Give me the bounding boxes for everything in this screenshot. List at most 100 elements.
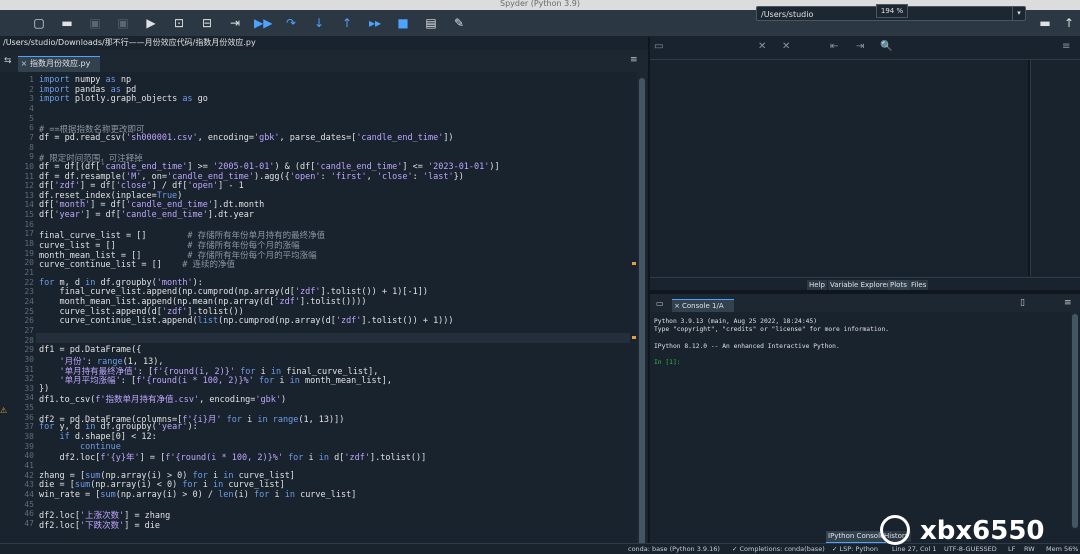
- line-number: 45: [24, 499, 34, 509]
- tab-ipython-console[interactable]: IPython Console: [826, 531, 887, 543]
- plot-splitter[interactable]: [1028, 60, 1030, 276]
- console-line: IPython 8.12.0 -- An enhanced Interactiv…: [654, 342, 840, 350]
- code-line[interactable]: df['zdf'] = df['close'] / df['open'] - 1: [39, 181, 244, 191]
- line-number: 5: [29, 113, 34, 123]
- run-cell-advance-icon[interactable]: ⊟: [198, 14, 216, 32]
- code-line[interactable]: if d.shape[0] < 12:: [39, 432, 156, 442]
- run-cell-icon[interactable]: ⊡: [170, 14, 188, 32]
- line-number: 19: [24, 248, 34, 258]
- code-line[interactable]: df['month'] = df['candle_end_time'].dt.m…: [39, 200, 264, 210]
- code-line[interactable]: df1.to_csv(f'指数单月持有净值.csv', encoding='gb…: [39, 393, 286, 405]
- pane-tabs: Help Variable Explorer Plots Files: [650, 277, 1080, 292]
- code-line[interactable]: curve_continue_list.append(list(np.cumpr…: [39, 316, 453, 326]
- close-icon[interactable]: ×: [18, 57, 30, 71]
- step-into-icon[interactable]: ↓: [310, 14, 328, 32]
- zoom-in-icon[interactable]: 🔍: [880, 41, 892, 52]
- editor-tab-bar: ⇆ × 指数月份效应.py ≡: [0, 50, 648, 73]
- parent-directory-icon[interactable]: ↑: [1060, 14, 1078, 32]
- editor-scrollbar-thumb[interactable]: [639, 78, 645, 552]
- close-icon[interactable]: ×: [672, 300, 682, 312]
- code-line[interactable]: import pandas as pd: [39, 85, 136, 95]
- line-number: 33: [24, 383, 34, 393]
- previous-plot-icon[interactable]: ⇤: [830, 41, 838, 52]
- line-number: 37: [24, 422, 34, 432]
- line-number: 14: [24, 200, 34, 210]
- code-line[interactable]: df['year'] = df['candle_end_time'].dt.ye…: [39, 210, 254, 220]
- copy-icon[interactable]: ▯: [1020, 298, 1025, 308]
- warning-marker[interactable]: [632, 336, 636, 339]
- console-scrollbar[interactable]: [1071, 312, 1079, 530]
- code-editor[interactable]: 1 2 3 4 5 6 7 8 9 10 11 12 13 14 15 16 17 18 19 20 21 22 23 24 2…: [0, 72, 648, 553]
- maximize-pane-icon[interactable]: ▤: [422, 14, 440, 32]
- close-all-plots-icon[interactable]: ✕: [782, 41, 790, 52]
- browse-tabs-icon[interactable]: ⇆: [4, 56, 12, 66]
- plot-thumbnails[interactable]: [1032, 60, 1080, 276]
- chevron-down-icon[interactable]: ▾: [1012, 7, 1025, 20]
- code-line[interactable]: month_mean_list.append(np.mean(np.array(…: [39, 297, 366, 307]
- code-line[interactable]: df.reset_index(inplace=True): [39, 191, 182, 201]
- warning-marker[interactable]: [632, 262, 636, 265]
- line-number: 40: [24, 451, 34, 461]
- code-line[interactable]: win_rate = [sum(np.array(i) > 0) / len(i…: [39, 490, 356, 500]
- run-selection-icon[interactable]: ⇥: [226, 14, 244, 32]
- browse-directory-icon[interactable]: ▬: [1036, 14, 1054, 32]
- line-number: 18: [24, 239, 34, 249]
- step-icon[interactable]: ↷: [282, 14, 300, 32]
- editor-tab[interactable]: × 指数月份效应.py: [18, 56, 100, 72]
- code-line[interactable]: df2.loc['下跌次数'] = die: [39, 519, 160, 531]
- open-folder-icon[interactable]: ▬: [58, 14, 76, 32]
- save-icon[interactable]: ▣: [86, 14, 104, 32]
- save-plot-icon[interactable]: ▭: [654, 41, 663, 52]
- code-line[interactable]: for m, d in df.groupby('month'):: [39, 278, 203, 288]
- line-number: 1: [29, 75, 34, 84]
- status-completions: ✓ Completions: conda(base): [732, 545, 825, 553]
- line-number: 24: [24, 296, 34, 306]
- watermark-logo-icon: [880, 515, 910, 545]
- current-line-highlight: [36, 333, 630, 343]
- line-number: 39: [24, 441, 34, 451]
- editor-scrollbar[interactable]: [637, 72, 647, 553]
- code-line[interactable]: }): [39, 384, 49, 394]
- code-line[interactable]: import numpy as np: [39, 75, 131, 85]
- debug-icon[interactable]: ▶▶: [254, 14, 272, 32]
- next-plot-icon[interactable]: ⇥: [856, 41, 864, 52]
- zoom-level[interactable]: 194 %: [876, 4, 908, 18]
- step-return-icon[interactable]: ↑: [338, 14, 356, 32]
- code-line[interactable]: df = df.resample('M', on='candle_end_tim…: [39, 172, 464, 182]
- console-tab-bar: ▭ × Console 1/A ▯ ≡: [650, 294, 1080, 313]
- warning-icon[interactable]: ⚠: [0, 406, 7, 415]
- code-line[interactable]: df = pd.read_csv('sh000001.csv', encodin…: [39, 133, 454, 143]
- line-number: 9: [29, 152, 34, 162]
- console-options-icon[interactable]: ≡: [1064, 298, 1072, 308]
- code-line[interactable]: '单月平均涨幅': [f'{round(i * 100, 2)}%' for i…: [39, 374, 392, 386]
- close-plot-icon[interactable]: ✕: [758, 41, 766, 52]
- save-all-icon[interactable]: ▣: [114, 14, 132, 32]
- preferences-icon[interactable]: ✎: [450, 14, 468, 32]
- run-icon[interactable]: ▶: [142, 14, 160, 32]
- new-file-icon[interactable]: ▢: [30, 14, 48, 32]
- code-line[interactable]: continue: [39, 442, 121, 452]
- editor-options-icon[interactable]: ≡: [630, 55, 638, 65]
- line-number: 11: [24, 171, 34, 181]
- code-line[interactable]: final_curve_list.append(np.cumprod(np.ar…: [39, 287, 427, 297]
- code-line[interactable]: zhang = [sum(np.array(i) > 0) for i in c…: [39, 471, 295, 481]
- ipython-console[interactable]: Python 3.9.13 (main, Aug 25 2022, 18:24:…: [650, 312, 1080, 530]
- code-line[interactable]: import plotly.graph_objects as go: [39, 94, 208, 104]
- line-number: 13: [24, 190, 34, 200]
- code-line[interactable]: df2.loc[f'{y}年'] = [f'{round(i * 100, 2)…: [39, 451, 426, 463]
- plots-options-icon[interactable]: ≡: [1062, 41, 1070, 52]
- code-line[interactable]: for y, d in df.groupby('year'):: [39, 422, 198, 432]
- console-tab[interactable]: × Console 1/A: [672, 299, 734, 312]
- console-scrollbar-thumb[interactable]: [1072, 314, 1078, 528]
- line-number: 27: [24, 325, 34, 335]
- console-line: Python 3.9.13 (main, Aug 25 2022, 18:24:…: [654, 318, 818, 325]
- browse-tabs-icon[interactable]: ▭: [656, 299, 664, 308]
- code-line[interactable]: df = df[(df['candle_end_time'] >= '2005-…: [39, 162, 500, 172]
- code-line[interactable]: die = [sum(np.array(i) < 0) for i in cur…: [39, 480, 285, 490]
- code-line[interactable]: df1 = pd.DataFrame({: [39, 345, 141, 355]
- code-line[interactable]: curve_list.append(d['zdf'].tolist()): [39, 307, 243, 317]
- line-number: 42: [24, 470, 34, 480]
- stop-icon[interactable]: ■: [394, 14, 412, 32]
- code-line[interactable]: curve_continue_list = [] # 连续的净值: [39, 258, 235, 270]
- continue-icon[interactable]: ▸▸: [366, 14, 384, 32]
